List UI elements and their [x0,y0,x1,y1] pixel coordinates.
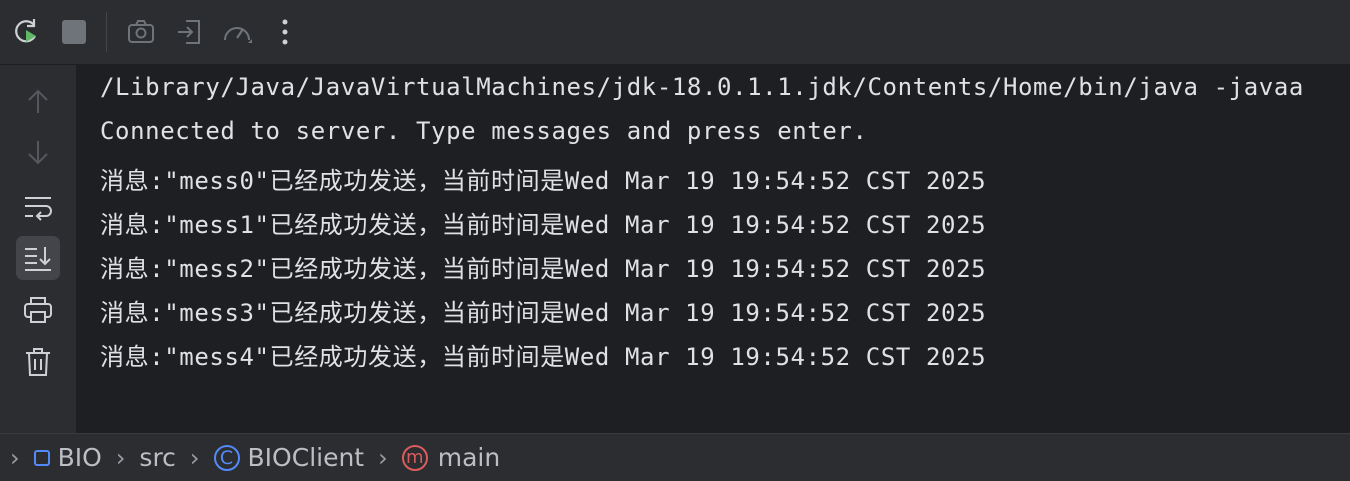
chevron-right-icon: › [115,443,126,472]
console-line: 消息:"mess0"已经成功发送，当前时间是Wed Mar 19 19:54:5… [100,167,987,195]
breadcrumb-label: main [437,443,501,472]
console-output[interactable]: /Library/Java/JavaVirtualMachines/jdk-18… [76,65,1350,433]
trash-icon[interactable] [16,340,60,384]
breadcrumb-label: src [139,443,176,472]
breadcrumb: › BIO › src › C BIOClient › m main [0,433,1350,481]
stop-icon[interactable] [52,10,96,54]
breadcrumb-item-class[interactable]: C BIOClient [213,443,365,472]
chevron-right-icon: › [10,443,20,472]
rerun-icon[interactable] [4,10,48,54]
camera-icon[interactable] [119,10,163,54]
breadcrumb-item-method[interactable]: m main [401,443,501,472]
console-line: 消息:"mess2"已经成功发送，当前时间是Wed Mar 19 19:54:5… [100,255,987,283]
run-toolbar [0,0,1350,65]
console-line: /Library/Java/JavaVirtualMachines/jdk-18… [100,73,1304,101]
more-vertical-icon[interactable] [263,10,307,54]
method-icon: m [401,444,428,471]
console-line: 消息:"mess4"已经成功发送，当前时间是Wed Mar 19 19:54:5… [100,343,987,371]
breadcrumb-item-src[interactable]: src [139,443,176,472]
arrow-up-icon[interactable] [16,79,60,123]
console-sidebar [0,65,76,433]
breadcrumb-label: BIO [57,443,102,472]
soft-wrap-icon[interactable] [16,185,60,229]
print-icon[interactable] [16,288,60,332]
class-icon: C [213,444,240,471]
scroll-to-end-icon[interactable] [16,236,60,280]
console-line: 消息:"mess3"已经成功发送，当前时间是Wed Mar 19 19:54:5… [100,299,987,327]
toolbar-separator [106,12,107,52]
breadcrumb-label: BIOClient [247,443,365,472]
console-line: Connected to server. Type messages and p… [100,117,868,145]
chevron-right-icon: › [378,443,388,472]
module-icon [33,449,50,466]
chevron-right-icon: › [189,443,200,472]
speedometer-icon[interactable] [215,10,259,54]
breadcrumb-item-module[interactable]: BIO [33,443,102,472]
exit-icon[interactable] [167,10,211,54]
arrow-down-icon[interactable] [16,131,60,175]
console-line: 消息:"mess1"已经成功发送，当前时间是Wed Mar 19 19:54:5… [100,211,987,239]
